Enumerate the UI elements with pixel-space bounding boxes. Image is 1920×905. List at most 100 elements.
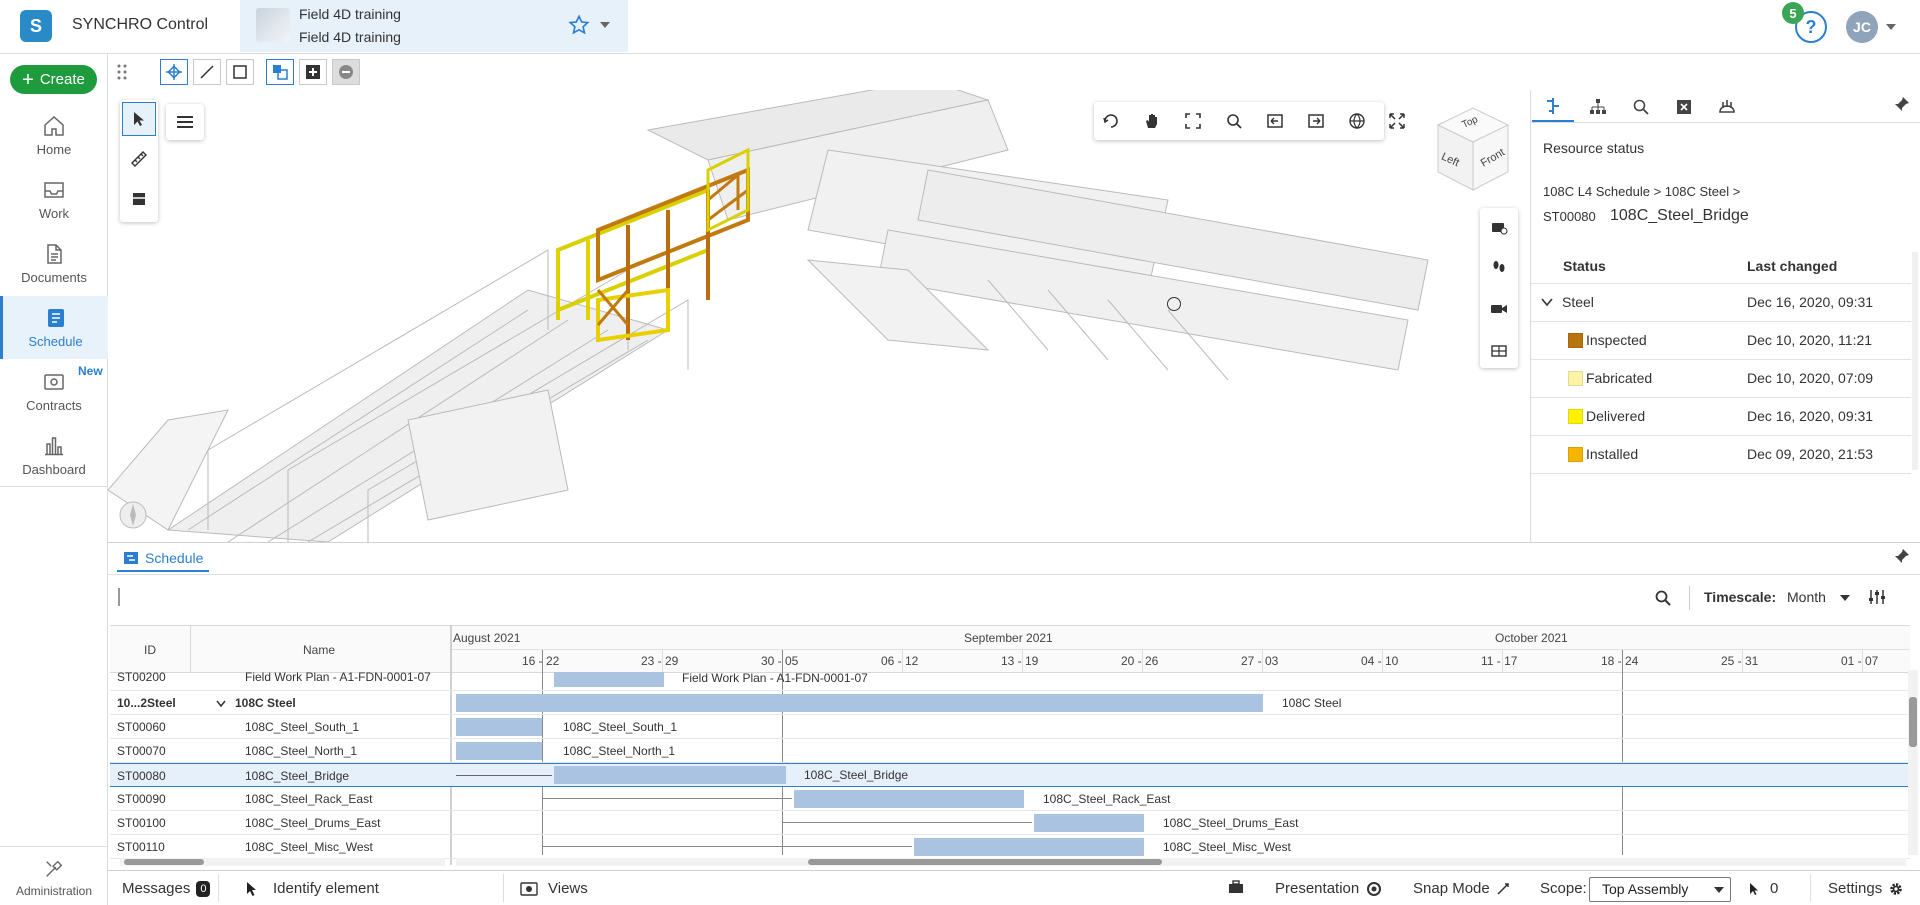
app-title: SYNCHRO Control [72,16,209,33]
status-row-inspected[interactable]: Inspected Dec 10, 2020, 11:21 [1531,322,1911,360]
nav-item-dashboard[interactable]: Dashboard [0,424,108,487]
resource-status-icon [1547,98,1559,114]
orbit-button[interactable] [1094,104,1128,138]
tab-search[interactable] [1620,92,1662,122]
user-avatar[interactable]: JC [1846,11,1878,43]
scope-dropdown[interactable]: Top Assembly [1589,877,1731,902]
3d-model-render[interactable] [108,90,1528,542]
table-row-selected[interactable]: ST00080 108C_Steel_Bridge [110,763,1910,787]
table-row[interactable]: ST00200 Field Work Plan - A1-FDN-0001-07 [110,667,1910,691]
chevron-down-icon[interactable] [1541,297,1553,307]
walk-button[interactable] [1482,250,1516,284]
fit-view-button[interactable] [1176,104,1210,138]
col-id-header[interactable]: ID [144,643,156,657]
hamburger-menu-button[interactable] [168,105,202,139]
gantt-horizontal-scrollbar[interactable] [456,858,1906,866]
select-tool-button[interactable] [122,102,156,136]
select-mode-button[interactable] [266,59,294,85]
row-name: Field Work Plan - A1-FDN-0001-07 [245,670,431,684]
resource-status-title: Resource status [1543,140,1645,156]
project-dropdown-chevron-icon[interactable] [600,21,610,29]
point-select-button[interactable] [160,59,188,85]
compare-button[interactable] [1482,334,1516,368]
tab-resource-status[interactable] [1532,92,1574,122]
nav-item-documents[interactable]: Documents [0,232,108,295]
globe-view-button[interactable] [1340,104,1374,138]
chevron-down-icon[interactable] [216,700,226,708]
nav-item-schedule[interactable]: Schedule [0,296,108,359]
pan-button[interactable] [1135,104,1169,138]
tab-issues[interactable] [1663,92,1705,122]
nav-item-label: Work [38,206,70,221]
add-selection-button[interactable] [299,59,327,85]
gantt-bar[interactable] [554,672,664,687]
status-row-delivered[interactable]: Delivered Dec 16, 2020, 09:31 [1531,398,1911,436]
tab-hierarchy[interactable] [1577,92,1619,122]
presentation-icon [1367,881,1382,896]
scroll-thumb[interactable] [124,859,204,865]
status-row-fabricated[interactable]: Fabricated Dec 10, 2020, 07:09 [1531,360,1911,398]
pin-icon[interactable] [1894,96,1910,112]
gantt-bar[interactable] [554,766,786,784]
3d-viewport[interactable] [108,90,1528,542]
synchro-logo-icon[interactable]: S [20,10,52,42]
filter-settings-icon[interactable] [1868,588,1886,606]
messages-button[interactable]: Messages 0 [122,880,211,897]
gantt-bar[interactable] [914,838,1144,856]
video-button[interactable] [1482,292,1516,326]
status-changed: Dec 09, 2020, 21:53 [1747,446,1874,462]
snap-mode-button[interactable]: Snap Mode [1413,880,1510,897]
drag-handle-icon[interactable] [116,62,128,82]
gantt-bar[interactable] [456,718,542,736]
nav-item-work[interactable]: Work [0,168,108,231]
status-scrollbar[interactable] [1912,252,1918,470]
measure-tool-button[interactable] [122,142,156,176]
table-row[interactable]: ST00100 108C_Steel_Drums_East [110,811,1910,835]
scope-value: Top Assembly [1602,881,1689,897]
create-button[interactable]: + Create [10,65,97,94]
briefcase-button[interactable] [1228,880,1244,894]
schedule-filter-input[interactable] [118,588,120,606]
search-icon[interactable] [1654,589,1672,607]
previous-view-button[interactable] [1258,104,1292,138]
next-view-button[interactable] [1299,104,1333,138]
status-row-steel[interactable]: Steel Dec 16, 2020, 09:31 [1531,284,1911,322]
col-name-header[interactable]: Name [303,643,335,657]
presentation-button[interactable]: Presentation [1275,880,1383,897]
gantt-bar[interactable] [794,790,1024,808]
identify-element-button[interactable]: Identify element [245,880,379,897]
pin-icon[interactable] [1894,548,1910,564]
tab-resources[interactable] [1706,92,1748,122]
table-row[interactable]: ST00070 108C_Steel_North_1 [110,739,1910,763]
status-color-swatch [1568,371,1583,386]
timescale-select[interactable]: Month [1787,589,1826,605]
box-tool-button[interactable] [226,59,254,85]
timescale-chevron-icon[interactable] [1840,594,1850,602]
tab-schedule[interactable]: Schedule [117,546,210,572]
compass-icon[interactable] [118,500,148,530]
table-row[interactable]: ST00060 108C_Steel_South_1 [110,715,1910,739]
gantt-bar[interactable] [456,742,542,760]
month-label: August 2021 [453,631,521,645]
gantt-bar[interactable] [1034,814,1144,832]
fullscreen-button[interactable] [1380,104,1414,138]
favorite-star-icon[interactable] [568,14,590,36]
views-button[interactable]: Views [520,880,588,897]
user-menu-chevron-icon[interactable] [1886,23,1896,31]
week-label: 13 - 19 [1001,654,1039,668]
line-tool-button[interactable] [193,59,221,85]
zoom-window-button[interactable] [1217,104,1251,138]
orbit-icon [1103,114,1118,128]
presentation-label: Presentation [1275,880,1360,897]
section-tool-button[interactable] [122,182,156,216]
nav-item-administration[interactable]: Administration [0,852,108,904]
crosshair-icon [166,64,182,80]
scroll-thumb[interactable] [808,859,1162,865]
status-row-installed[interactable]: Installed Dec 09, 2020, 21:53 [1531,436,1911,474]
gantt-bar-summary[interactable] [456,694,1263,712]
settings-button[interactable]: Settings [1828,880,1904,897]
scroll-thumb[interactable] [1909,697,1917,747]
nav-item-home[interactable]: Home [0,104,108,167]
remove-selection-button[interactable] [332,59,360,85]
camera-settings-button[interactable] [1482,210,1516,244]
